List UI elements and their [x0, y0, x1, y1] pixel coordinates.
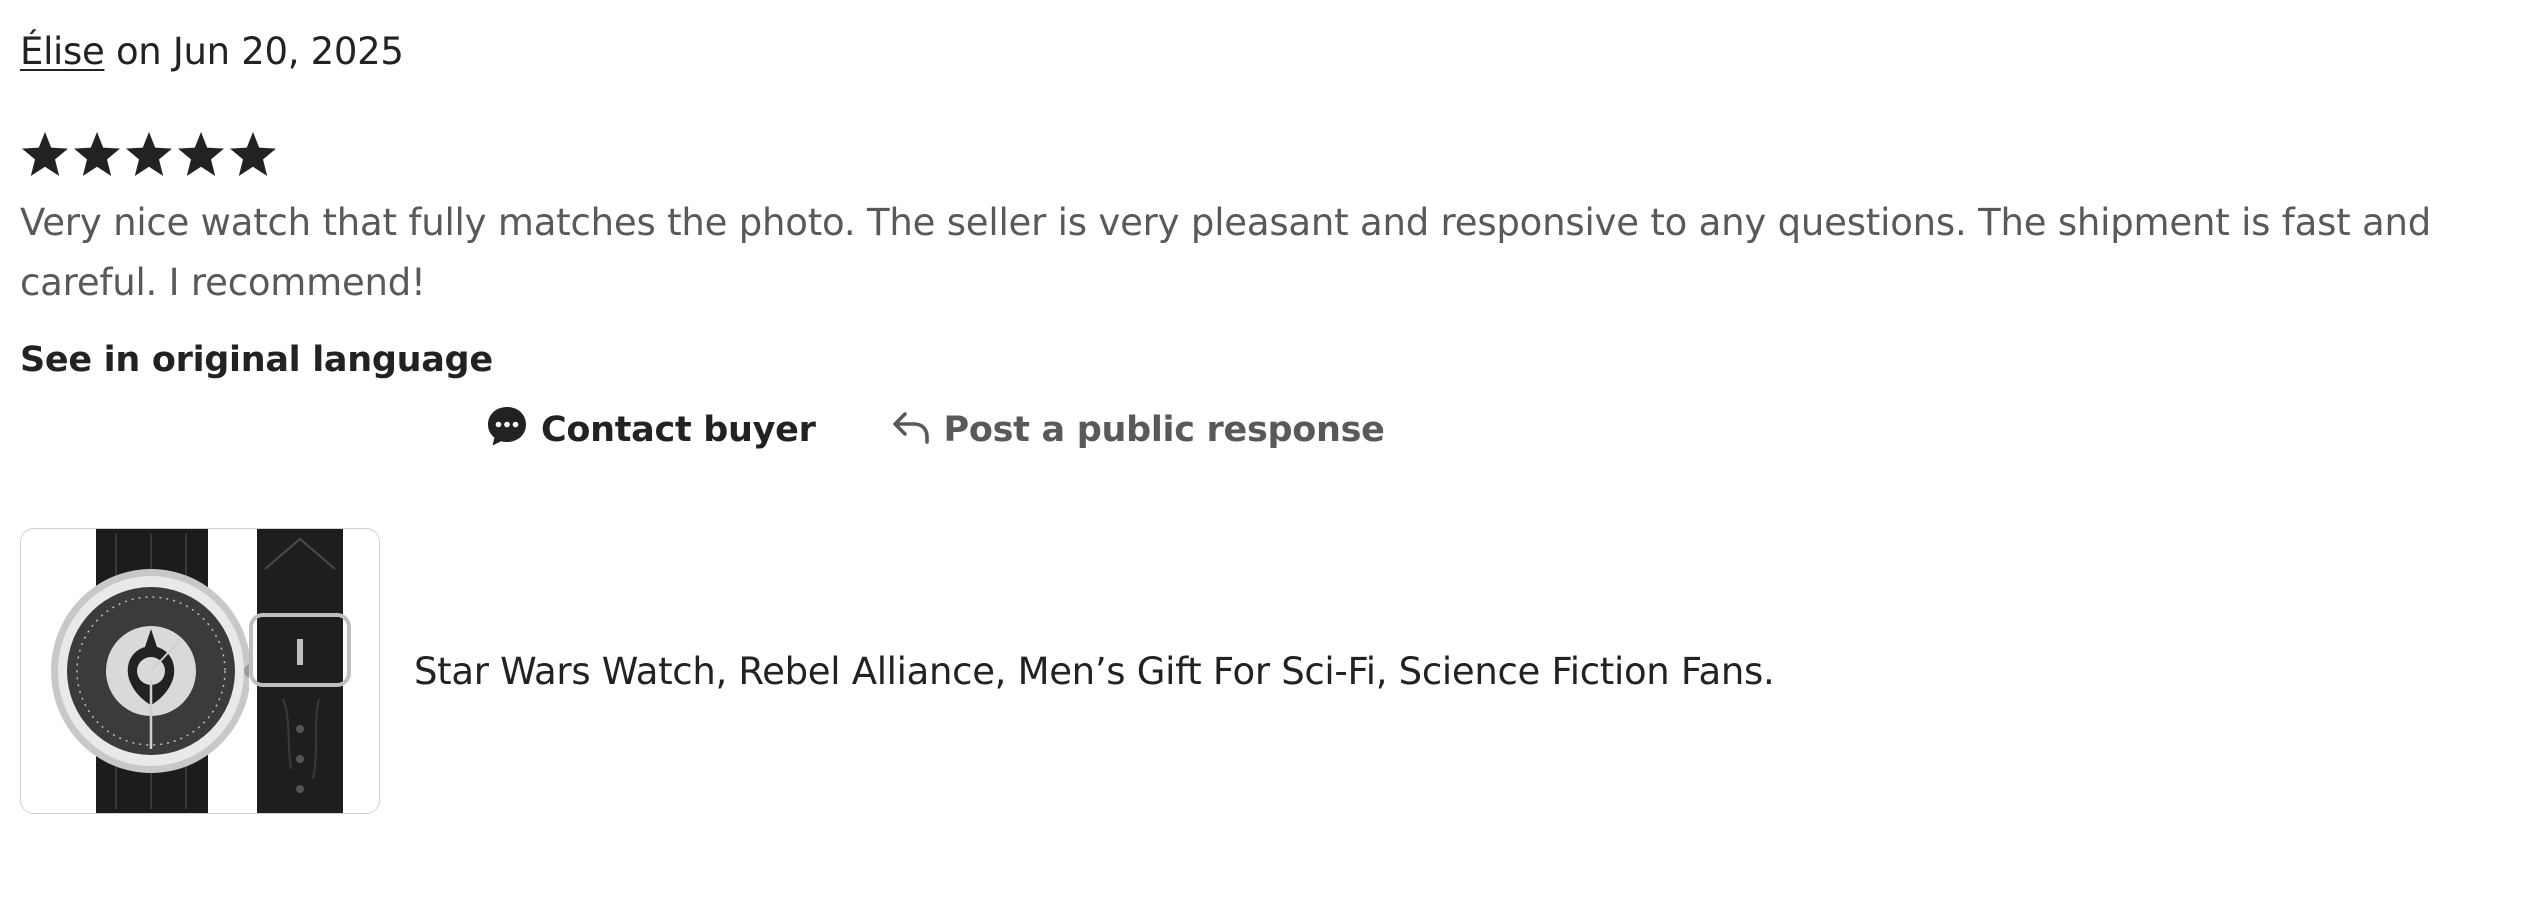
post-public-response-label: Post a public response — [943, 410, 1385, 450]
star-icon — [228, 130, 278, 180]
contact-buyer-label: Contact buyer — [541, 410, 816, 450]
star-icon — [176, 130, 226, 180]
product-title-link[interactable]: Star Wars Watch, Rebel Alliance, Men’s G… — [414, 650, 1775, 693]
reviewer-name-link[interactable]: Élise — [20, 30, 105, 73]
chat-bubble-icon — [485, 404, 529, 457]
post-public-response-button[interactable]: Post a public response — [890, 405, 1385, 456]
reply-arrow-icon — [890, 405, 932, 456]
reviewer-line: Élise on Jun 20, 2025 — [20, 30, 404, 73]
review-date: on Jun 20, 2025 — [104, 30, 404, 73]
star-rating — [20, 130, 278, 184]
contact-buyer-button[interactable]: Contact buyer — [485, 404, 816, 457]
star-icon — [20, 130, 70, 180]
product-row: Star Wars Watch, Rebel Alliance, Men’s G… — [20, 528, 1775, 814]
review-actions: Contact buyer Post a public response — [485, 402, 1385, 458]
see-original-language-link[interactable]: See in original language — [20, 340, 493, 380]
star-icon — [72, 130, 122, 180]
product-thumbnail[interactable] — [20, 528, 380, 814]
star-icon — [124, 130, 174, 180]
review-text: Very nice watch that fully matches the p… — [20, 201, 2432, 304]
